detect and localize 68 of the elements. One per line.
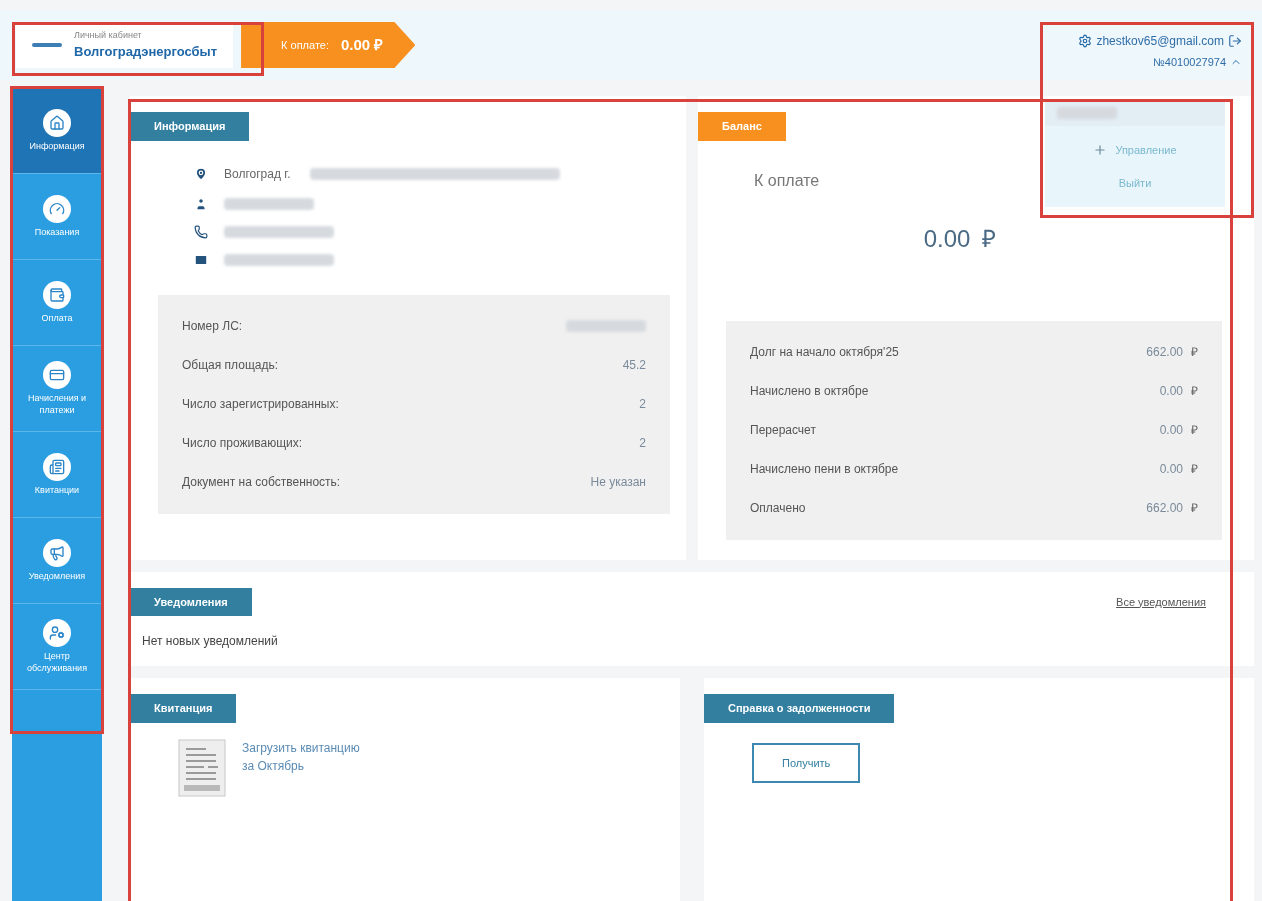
section-tag: Справка о задолженности — [704, 694, 895, 723]
currency-sign: ₽ — [1191, 383, 1198, 400]
balance-label: Перерасчет — [750, 422, 816, 439]
person-icon — [194, 196, 208, 211]
balance-caption: К оплате — [754, 170, 820, 191]
currency-sign: ₽ — [1191, 344, 1198, 361]
due-label: К оплате: — [281, 37, 329, 53]
logo-title: Волгоградэнергосбыт — [74, 43, 218, 61]
sidebar-item[interactable]: Показания — [12, 174, 102, 260]
currency-sign: ₽ — [1191, 500, 1198, 517]
empty-message: Нет новых уведомлений — [141, 633, 279, 650]
location-icon — [194, 166, 208, 181]
sidebar-icon — [43, 452, 71, 481]
sidebar-icon — [43, 619, 71, 648]
logout-icon[interactable] — [1228, 34, 1242, 48]
get-button[interactable]: Получить — [752, 742, 861, 783]
detail-value: Не указан — [590, 474, 646, 491]
menu-item[interactable]: Выйти — [1118, 158, 1152, 191]
balance-value: 662.00 — [1146, 344, 1183, 361]
balance-amount: 0.00 — [923, 223, 971, 254]
sidebar-item[interactable]: Центр обслуживания — [12, 604, 102, 690]
sidebar-icon — [43, 108, 71, 137]
all-notifications-link[interactable]: Все уведомления — [1116, 593, 1206, 610]
due-amount: 0.00 ₽ — [341, 34, 384, 55]
section-tag: Баланс — [698, 112, 786, 141]
account-email[interactable]: zhestkov65@gmail.com — [1096, 32, 1224, 50]
detail-label: Номер ЛС: — [182, 318, 243, 335]
sidebar-item[interactable]: Оплата — [12, 260, 102, 346]
detail-label: Число проживающих: — [182, 435, 303, 452]
detail-value: 2 — [639, 435, 646, 452]
sidebar-item[interactable]: Уведомления — [12, 518, 102, 604]
sidebar-item[interactable]: Начисления и платежи — [12, 346, 102, 432]
download-receipt-link[interactable]: Загрузить квитанцию за Октябрь — [242, 738, 360, 797]
currency-sign: ₽ — [1191, 461, 1198, 478]
menu-item[interactable]: Управление — [1093, 126, 1177, 159]
balance-value: 0.00 — [1159, 383, 1183, 400]
sidebar-item[interactable]: Информация — [12, 88, 102, 174]
phone-icon — [194, 224, 208, 239]
sidebar-icon — [43, 194, 71, 223]
section-tag: Информация — [130, 112, 250, 141]
balance-label: Начислено пени в октябре — [750, 461, 899, 478]
balance-label: Долг на начало октября'25 — [750, 344, 899, 361]
plus-icon — [1093, 143, 1108, 158]
detail-label: Документ на собственность: — [182, 474, 341, 491]
logo-icon — [32, 40, 62, 50]
currency-sign: ₽ — [982, 223, 997, 254]
settings-icon[interactable] — [1078, 34, 1093, 48]
sidebar-item[interactable]: Квитанции — [12, 432, 102, 518]
detail-value: 2 — [639, 396, 646, 413]
logo-caption: Личный кабинет — [74, 28, 143, 42]
sidebar-icon — [43, 538, 71, 567]
balance-label: Оплачено — [750, 500, 806, 517]
account-number[interactable]: №4010027974 — [1153, 54, 1226, 71]
detail-value: 45.2 — [622, 357, 646, 374]
detail-label: Число зарегистрированных: — [182, 396, 339, 413]
balance-value: 662.00 — [1146, 500, 1183, 517]
currency-sign: ₽ — [1191, 422, 1198, 439]
sidebar-icon — [43, 361, 71, 390]
detail-label: Общая площадь: — [182, 357, 279, 374]
balance-value: 0.00 — [1159, 422, 1183, 439]
sidebar-icon — [43, 280, 71, 309]
address-text: Волгоград г. — [224, 165, 292, 183]
section-tag: Квитанция — [130, 694, 237, 723]
document-icon — [178, 738, 226, 797]
balance-value: 0.00 — [1159, 461, 1183, 478]
logo[interactable]: Личный кабинет Волгоградэнергосбыт — [16, 22, 234, 68]
section-tag: Уведомления — [130, 587, 252, 616]
balance-label: Начислено в октябре — [750, 383, 869, 400]
